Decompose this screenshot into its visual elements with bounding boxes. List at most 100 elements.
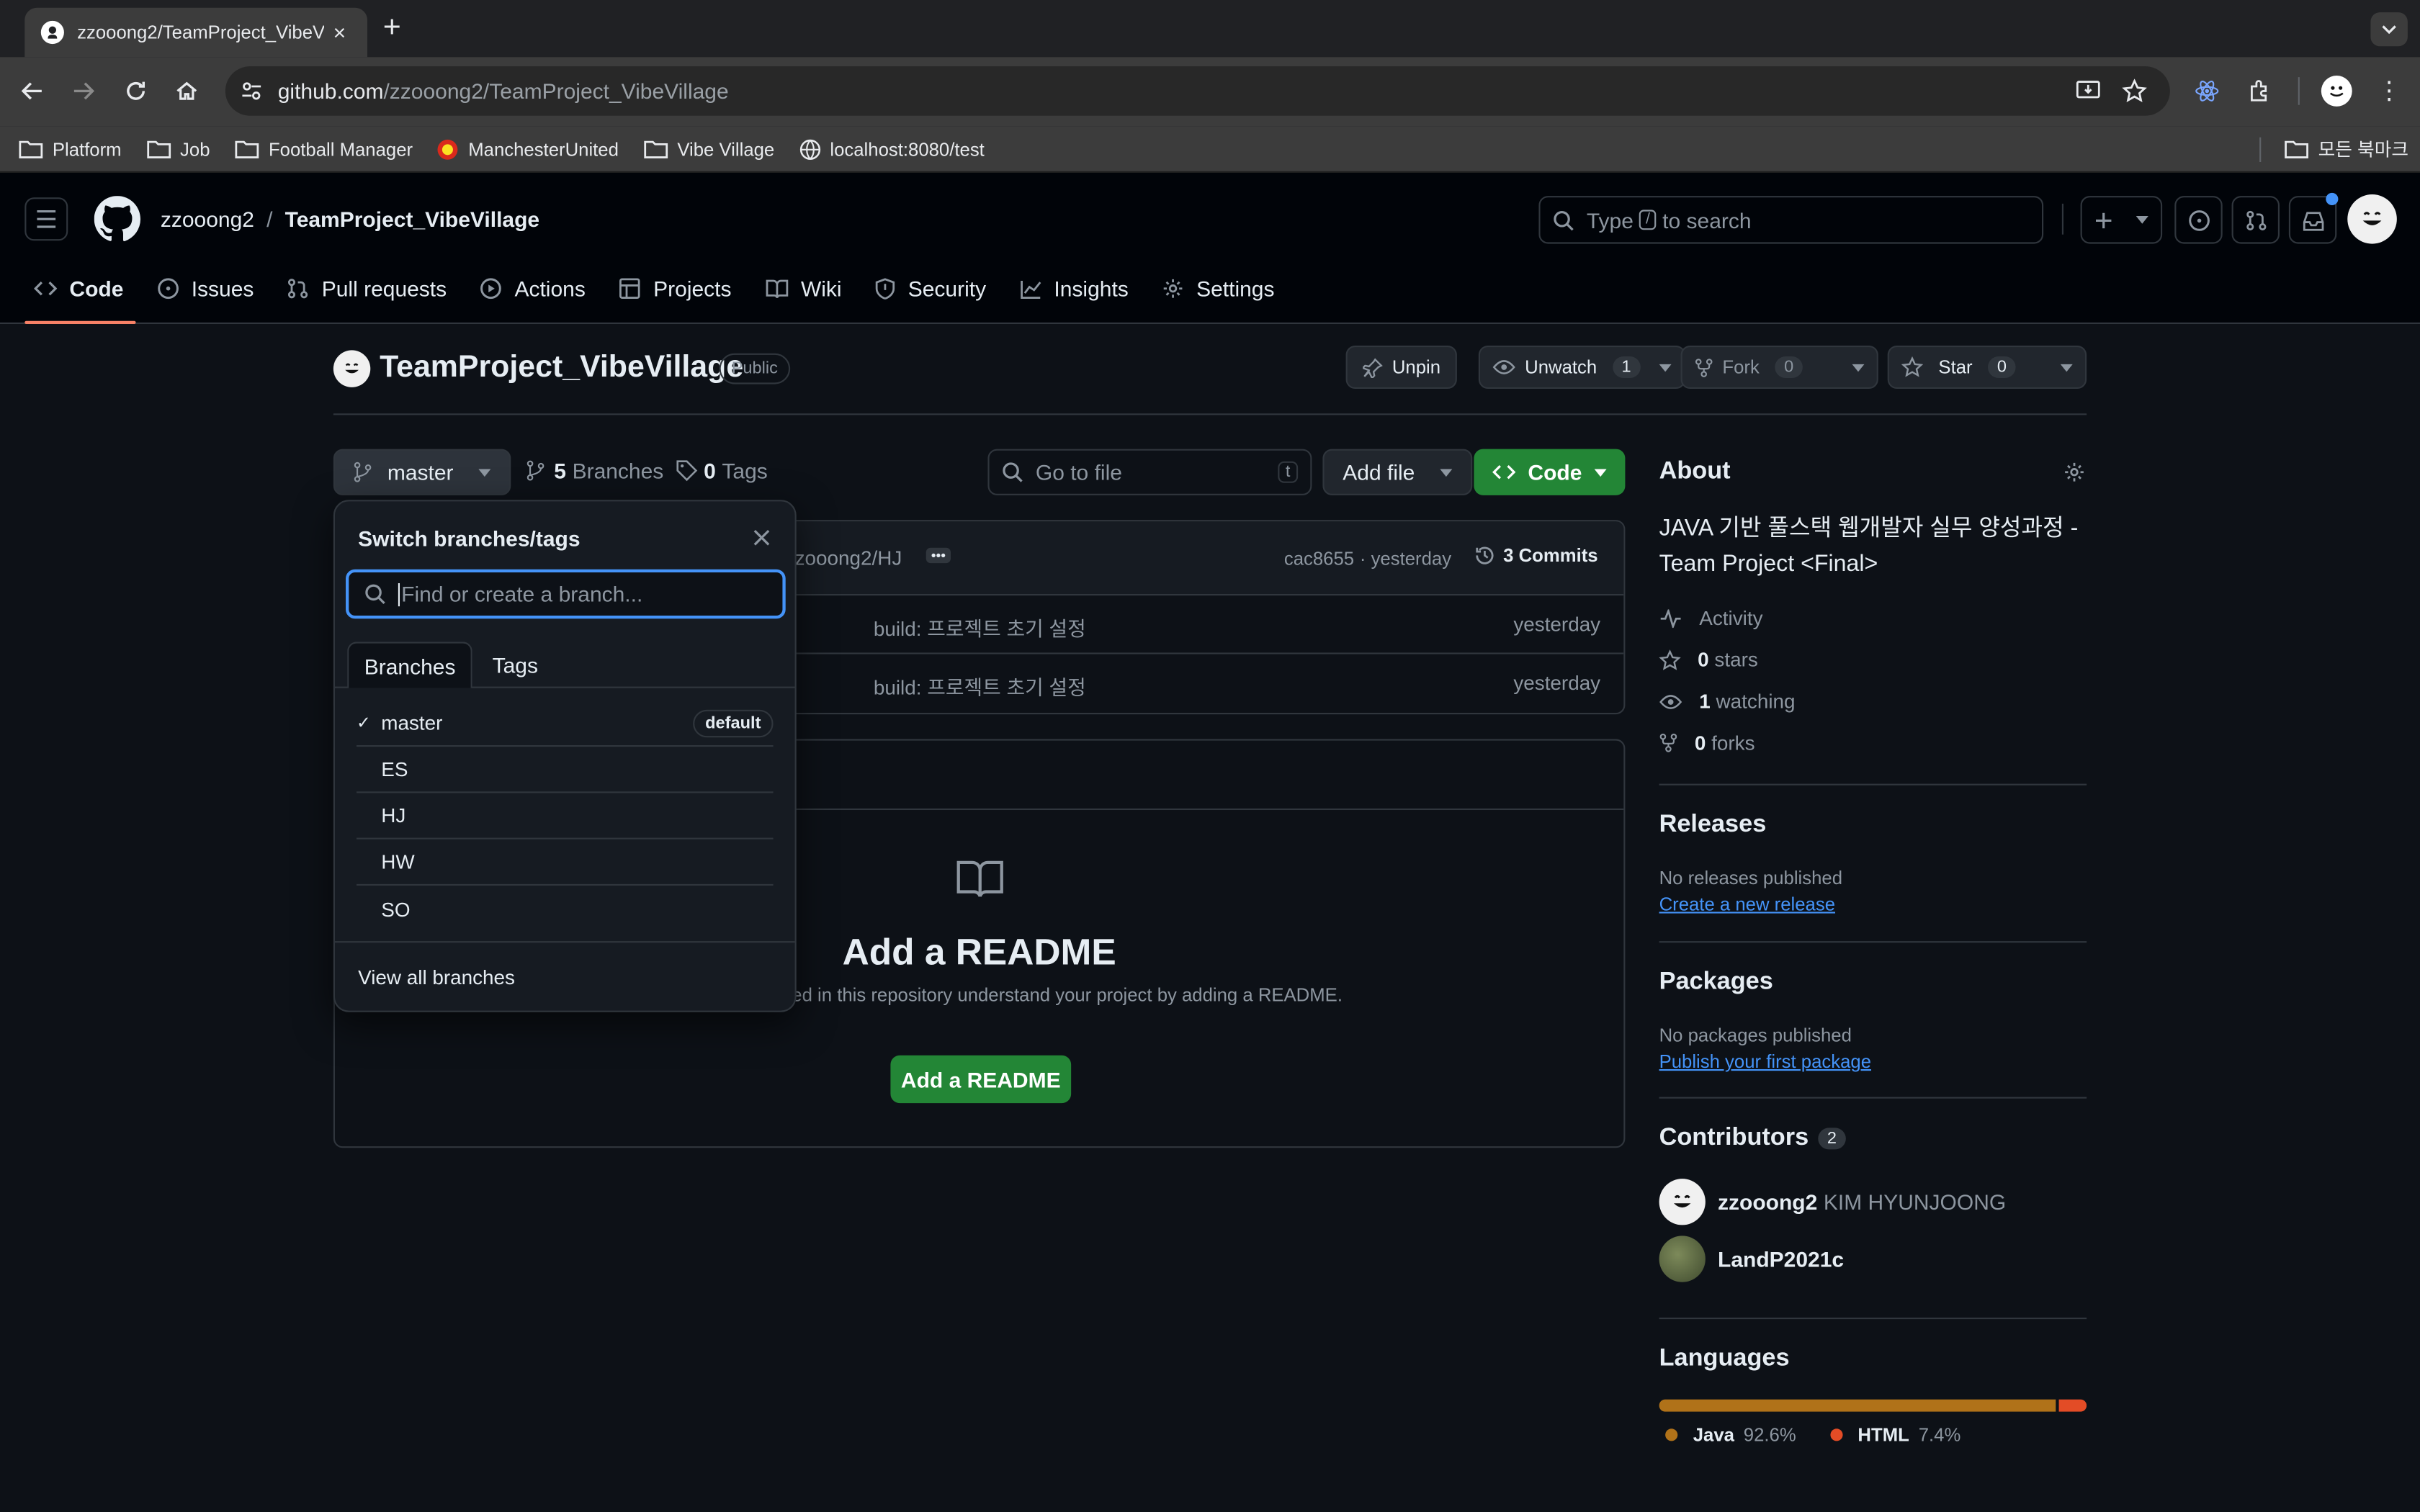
add-file-button[interactable]: Add file [1322, 449, 1472, 495]
branches-link[interactable]: 5 Branches [526, 458, 663, 483]
tab-wiki[interactable]: Wiki [753, 261, 854, 316]
activity-link[interactable]: Activity [1659, 606, 1763, 629]
branch-item[interactable]: HJ [356, 793, 774, 840]
tab-branches[interactable]: Branches [347, 642, 473, 688]
branch-item[interactable]: SO [357, 886, 774, 932]
tab-insights[interactable]: Insights [1008, 261, 1141, 316]
stars-link[interactable]: 0 stars [1659, 648, 1758, 671]
unpin-button[interactable]: Unpin [1345, 346, 1458, 389]
folder-icon [235, 139, 259, 159]
site-info-icon[interactable] [238, 77, 266, 105]
bookmark-item[interactable]: localhost:8080/test [799, 138, 985, 160]
browser-menu-icon[interactable]: ⋮ [2377, 77, 2401, 104]
tab-security[interactable]: Security [864, 261, 999, 316]
close-icon[interactable] [748, 525, 773, 549]
bookmark-star-icon[interactable] [2120, 77, 2148, 105]
extensions-icon[interactable] [2246, 77, 2274, 105]
tab-projects[interactable]: Projects [607, 261, 744, 316]
contributor-item[interactable]: LandP2021c [1659, 1236, 1844, 1282]
releases-heading[interactable]: Releases [1659, 811, 1767, 840]
about-heading: About [1659, 458, 1731, 485]
publish-package-link[interactable]: Publish your first package [1659, 1050, 1871, 1072]
react-devtools-icon[interactable] [2193, 77, 2221, 105]
language-legend: Java 92.6% HTML 7.4% [1665, 1424, 1960, 1446]
tab-code[interactable]: Code [22, 261, 136, 324]
packages-heading[interactable]: Packages [1659, 969, 1773, 997]
tab-pull-requests[interactable]: Pull requests [275, 261, 459, 316]
tab-actions[interactable]: Actions [468, 261, 598, 316]
go-to-file-input[interactable]: Go to file t [987, 449, 1312, 495]
file-commit-time: yesterday [1513, 671, 1601, 695]
bookmark-item[interactable]: Football Manager [235, 138, 413, 160]
back-icon[interactable] [19, 77, 47, 105]
repo-title[interactable]: TeamProject_VibeVillage [380, 350, 743, 385]
new-tab-icon[interactable]: + [380, 10, 404, 44]
languages-heading: Languages [1659, 1345, 1790, 1372]
contributor-item[interactable]: zzooong2 KIM HYUNJOONG [1659, 1179, 2006, 1225]
create-release-link[interactable]: Create a new release [1659, 894, 1835, 915]
branch-filter-input[interactable]: Find or create a branch... [346, 569, 786, 619]
contributors-heading[interactable]: Contributors 2 [1659, 1125, 1846, 1153]
branch-select-button[interactable]: master [333, 449, 511, 495]
gear-icon[interactable] [2062, 460, 2087, 485]
bookmark-item[interactable]: Job [146, 138, 210, 160]
create-new-button[interactable] [2080, 196, 2163, 244]
caret-down-icon [1659, 363, 1672, 372]
browser-tab-bar: zzooong2/TeamProject_VibeV × + [0, 0, 2420, 58]
github-logo-icon[interactable] [93, 194, 143, 244]
add-readme-button[interactable]: Add a README [890, 1055, 1072, 1104]
tags-link[interactable]: 0 Tags [676, 458, 768, 483]
fork-button[interactable]: Fork 0 [1680, 346, 1878, 389]
unwatch-button[interactable]: Unwatch 1 [1478, 346, 1685, 389]
forward-icon[interactable] [69, 77, 97, 105]
star-icon [1901, 356, 1923, 378]
profile-avatar-icon[interactable] [2321, 76, 2352, 107]
repo-description: JAVA 기반 풀스택 웹개발자 실무 양성과정 - Team Project … [1659, 515, 2079, 577]
search-icon [364, 583, 386, 605]
owner-link[interactable]: zzooong2 [161, 207, 254, 231]
tab-settings[interactable]: Settings [1150, 261, 1287, 316]
star-icon [1659, 649, 1681, 670]
view-all-branches-link[interactable]: View all branches [358, 966, 515, 989]
repo-link[interactable]: TeamProject_VibeVillage [285, 207, 540, 231]
home-icon[interactable] [173, 77, 201, 105]
commits-link[interactable]: 3 Commits [1474, 544, 1598, 566]
commit-hash[interactable]: cac8655 [1284, 548, 1354, 570]
hamburger-menu-icon[interactable] [24, 197, 68, 241]
issues-icon[interactable] [2174, 196, 2223, 244]
bookmark-item[interactable]: Vibe Village [643, 138, 774, 160]
branch-item-master[interactable]: ✓ master default [356, 701, 774, 747]
star-button[interactable]: Star 0 [1887, 346, 2087, 389]
user-avatar[interactable] [2347, 194, 2397, 244]
tab-tags[interactable]: Tags [478, 642, 552, 688]
releases-empty: No releases published [1659, 867, 1843, 889]
bookmark-item[interactable]: Platform [19, 138, 122, 160]
language-item-java[interactable]: Java 92.6% [1665, 1424, 1796, 1446]
forks-link[interactable]: 0 forks [1659, 732, 1754, 755]
commit-author-ref[interactable]: zooong2/HJ [795, 546, 902, 570]
close-tab-icon[interactable]: × [327, 20, 351, 45]
address-bar[interactable]: github.com/zzooong2/TeamProject_VibeVill… [225, 66, 2170, 116]
code-button[interactable]: Code [1474, 449, 1626, 495]
watching-link[interactable]: 1 watching [1659, 690, 1796, 713]
language-item-html[interactable]: HTML 7.4% [1829, 1424, 1960, 1446]
pull-requests-icon[interactable] [2231, 196, 2280, 244]
language-dot [1665, 1428, 1678, 1441]
tab-search-chevron-icon[interactable] [2370, 12, 2408, 47]
pulse-icon [1659, 608, 1682, 628]
global-search-input[interactable]: Type / to search [1538, 196, 2044, 244]
browser-tab[interactable]: zzooong2/TeamProject_VibeV × [24, 7, 367, 58]
manutd-icon [437, 138, 459, 160]
branch-item[interactable]: ES [356, 747, 774, 793]
install-app-icon[interactable] [2074, 77, 2102, 105]
tab-issues[interactable]: Issues [145, 261, 266, 316]
file-commit-message[interactable]: build: 프로젝트 초기 설정 [874, 613, 1086, 642]
branch-item[interactable]: HW [356, 840, 774, 886]
caret-down-icon [1439, 468, 1452, 477]
file-commit-message[interactable]: build: 프로젝트 초기 설정 [874, 671, 1086, 701]
all-bookmarks-item[interactable]: 모든 북마크 [2284, 136, 2408, 162]
reload-icon[interactable] [122, 77, 150, 105]
ellipsis-icon[interactable]: ••• [926, 547, 951, 564]
default-badge: default [693, 708, 774, 737]
bookmark-item[interactable]: ManchesterUnited [437, 138, 619, 160]
